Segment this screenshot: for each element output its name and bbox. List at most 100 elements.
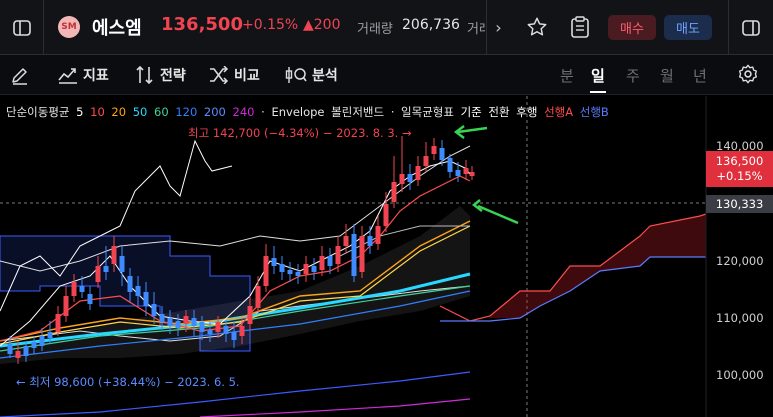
ichimoku-lagging-legend: 후행 [516, 105, 538, 119]
candle-body [287, 270, 293, 274]
chart-canvas[interactable] [0, 96, 773, 417]
candle-body [199, 322, 205, 332]
shuffle-icon [210, 66, 229, 84]
compare-button[interactable]: 비교 [209, 64, 260, 86]
amount-label-truncated: 거래 [467, 22, 485, 37]
chart-settings-button[interactable] [735, 61, 761, 87]
candle-body [127, 276, 133, 292]
clipboard-icon [571, 16, 589, 38]
indicator-legend[interactable]: 단순이동평균 5 10 20 50 60 120 200 240 · Envel… [6, 104, 612, 120]
ma-200-legend: 200 [203, 105, 226, 119]
candle-body [447, 158, 453, 172]
ma-50-legend: 50 [132, 105, 148, 119]
candle-body [263, 256, 269, 286]
candle-body [111, 246, 117, 264]
candle-body [431, 146, 437, 154]
candle-body [239, 326, 245, 336]
header-scroll-next-button[interactable]: › [486, 0, 510, 55]
chevron-right-icon: › [495, 18, 502, 37]
indicator-button[interactable]: 지표 [58, 64, 109, 86]
left-panel-toggle-button[interactable] [0, 0, 44, 55]
candle-body [391, 182, 397, 202]
price-tick-100000: 100,000 [716, 368, 764, 382]
candle-body [175, 321, 181, 328]
compare-label: 비교 [234, 68, 260, 84]
candle-body [55, 314, 61, 332]
candle-body [63, 296, 69, 316]
volume-label: 거래량 [357, 22, 393, 37]
ichimoku-conversion-legend: 전환 [488, 105, 510, 119]
memo-button[interactable] [567, 14, 593, 40]
change-amount: ▲200 [303, 17, 341, 33]
favorite-button[interactable] [524, 14, 550, 40]
sell-button[interactable]: 매도 [664, 15, 712, 40]
candle-body [167, 318, 173, 326]
candle-body [87, 294, 93, 304]
bollinger-legend: 볼린저밴드 [331, 105, 385, 119]
candle-body [455, 170, 461, 176]
period-week-tab[interactable]: 주 [626, 65, 640, 86]
ma-120-legend: 120 [175, 105, 198, 119]
candle-body [39, 336, 45, 346]
ichimoku-leading-b-legend: 선행B [579, 105, 609, 119]
price-tick-120000: 120,000 [716, 254, 764, 268]
sidebar-icon [12, 19, 31, 36]
candle-body [327, 256, 333, 266]
legend-separator: · [261, 105, 265, 119]
change-rate: +0.15% [242, 17, 299, 33]
candle-body [143, 292, 149, 306]
legend-separator: · [390, 105, 395, 119]
ma-5-legend: 5 [76, 105, 84, 119]
current-price-tag: 136,500 +0.15% [706, 151, 773, 187]
candle-body [31, 342, 37, 348]
candle-body [223, 326, 229, 334]
candle-body [79, 286, 85, 292]
drawing-tool-button[interactable] [10, 64, 30, 86]
period-minute-tab[interactable]: 분 [560, 65, 574, 86]
indicator-label: 지표 [83, 68, 109, 84]
candle-body [367, 236, 373, 246]
indicator-icon [58, 68, 77, 84]
price-chart[interactable]: 단순이동평균 5 10 20 50 60 120 200 240 · Envel… [0, 96, 773, 417]
ichimoku-leading-a-legend: 선행A [544, 105, 574, 119]
ma-10-legend: 10 [90, 105, 105, 119]
candle-body [407, 174, 413, 182]
candle-body [71, 282, 77, 296]
right-panel-toggle-button[interactable] [728, 0, 773, 55]
strategy-label: 전략 [160, 68, 186, 84]
candle-body [359, 236, 365, 272]
pencil-icon [12, 68, 27, 85]
candle-body [151, 304, 157, 316]
ma-20-legend: 20 [111, 105, 127, 119]
analysis-label: 분석 [312, 68, 338, 84]
strategy-button[interactable]: 전략 [135, 64, 186, 86]
analysis-button[interactable]: 분석 [285, 64, 338, 86]
candle-body [119, 256, 125, 272]
candle-body [271, 258, 277, 266]
candle-body [207, 330, 213, 334]
candle-body [399, 174, 405, 184]
candle-body [319, 256, 325, 270]
candle-body [215, 322, 221, 332]
stock-price: 136,500 [161, 14, 243, 35]
candle-body [23, 346, 29, 356]
chart-toolbar: 지표 전략 비교 분석 분 일 주 월 년 [0, 55, 773, 95]
candle-body [231, 332, 237, 340]
ma-legend-label: 단순이동평균 [6, 105, 70, 119]
ma-240-line [199, 398, 471, 417]
period-month-tab[interactable]: 월 [660, 65, 674, 86]
buy-button[interactable]: 매수 [608, 15, 656, 40]
volume-value: 206,736 [402, 17, 460, 33]
price-tick-110000: 110,000 [716, 311, 764, 325]
period-day-tab[interactable]: 일 [591, 65, 605, 86]
candle-body [7, 344, 13, 354]
candle-body [335, 246, 341, 264]
ichimoku-legend: 일목균형표 [401, 105, 454, 119]
candle-body [135, 286, 141, 296]
ma-240-legend: 240 [232, 105, 255, 119]
period-year-tab[interactable]: 년 [693, 65, 707, 86]
stock-name[interactable]: 에스엠 [92, 14, 142, 40]
candle-body [375, 226, 381, 244]
envelope-legend: Envelope [271, 105, 325, 119]
candle-body [295, 272, 301, 276]
